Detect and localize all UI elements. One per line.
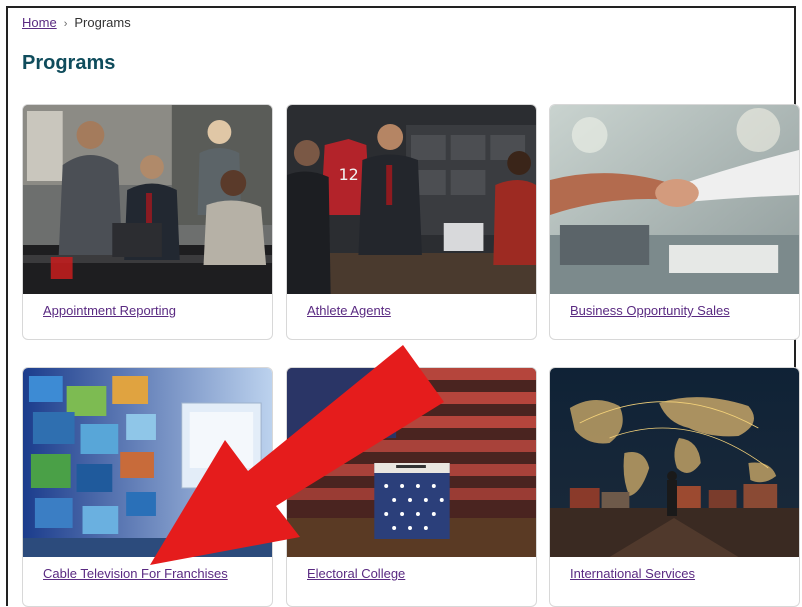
card-caption: Business Opportunity Sales bbox=[550, 294, 799, 339]
chevron-right-icon: › bbox=[63, 18, 68, 30]
program-link[interactable]: Business Opportunity Sales bbox=[570, 303, 730, 318]
card-caption: International Services bbox=[550, 557, 799, 603]
svg-text:12: 12 bbox=[339, 165, 359, 184]
card-caption: Athlete Agents bbox=[287, 294, 536, 339]
office-meeting-photo bbox=[23, 105, 272, 294]
tv-screens-photo bbox=[23, 368, 272, 557]
program-link[interactable]: Athlete Agents bbox=[307, 303, 391, 318]
program-card-athlete-agents[interactable]: 12 Athlete Agents bbox=[286, 104, 537, 340]
sports-agent-meeting-photo: 12 bbox=[287, 105, 536, 294]
program-link[interactable]: Cable Television For Franchises bbox=[43, 566, 228, 581]
page-title: Programs bbox=[22, 52, 116, 74]
ballot-box-flag-photo bbox=[287, 368, 536, 557]
program-link[interactable]: Electoral College bbox=[307, 566, 405, 581]
program-card-cable-television-for-franchises[interactable]: Cable Television For Franchises bbox=[22, 367, 273, 607]
card-caption: Cable Television For Franchises bbox=[23, 557, 272, 603]
program-card-electoral-college[interactable]: Electoral College bbox=[286, 367, 537, 607]
breadcrumb-home-link[interactable]: Home bbox=[22, 15, 57, 30]
card-caption: Electoral College bbox=[287, 557, 536, 603]
program-link[interactable]: Appointment Reporting bbox=[43, 303, 176, 318]
program-card-appointment-reporting[interactable]: Appointment Reporting bbox=[22, 104, 273, 340]
program-link[interactable]: International Services bbox=[570, 566, 695, 581]
handshake-photo bbox=[550, 105, 799, 294]
program-card-business-opportunity-sales[interactable]: Business Opportunity Sales bbox=[549, 104, 800, 340]
world-map-logistics-photo bbox=[550, 368, 799, 557]
breadcrumb: Home › Programs bbox=[22, 15, 131, 30]
program-card-international-services[interactable]: International Services bbox=[549, 367, 800, 607]
card-caption: Appointment Reporting bbox=[23, 294, 272, 339]
breadcrumb-current: Programs bbox=[74, 15, 131, 30]
